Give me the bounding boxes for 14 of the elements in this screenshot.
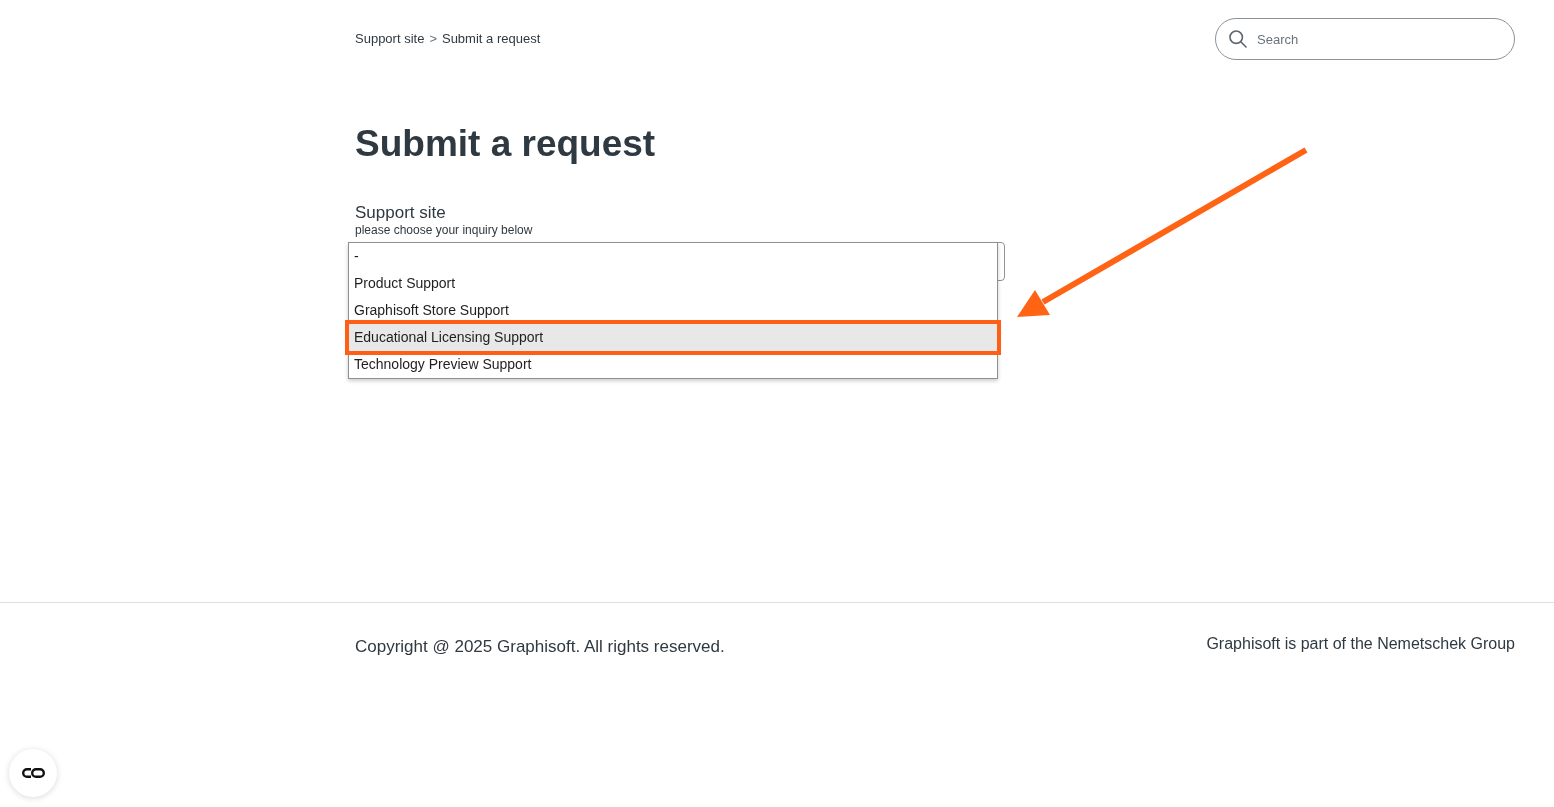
field-label: Support site — [355, 202, 446, 224]
field-hint: please choose your inquiry below — [355, 222, 533, 238]
group-note: Graphisoft is part of the Nemetschek Group — [1206, 634, 1515, 654]
chain-link-icon — [21, 767, 45, 779]
breadcrumb-link[interactable]: Submit a request — [441, 29, 541, 49]
dropdown-option[interactable]: - — [349, 243, 997, 270]
dropdown-option[interactable]: Product Support — [349, 270, 997, 297]
breadcrumb-separator: > — [429, 30, 437, 49]
floating-link-button[interactable] — [9, 749, 57, 797]
search-field[interactable]: Search — [1215, 18, 1515, 60]
page-title: Submit a request — [355, 122, 656, 166]
search-icon — [1229, 30, 1247, 48]
breadcrumb-link[interactable]: Support site — [355, 29, 425, 49]
copyright-text: Copyright @ 2025 Graphisoft. All rights reserved. — [355, 636, 725, 658]
